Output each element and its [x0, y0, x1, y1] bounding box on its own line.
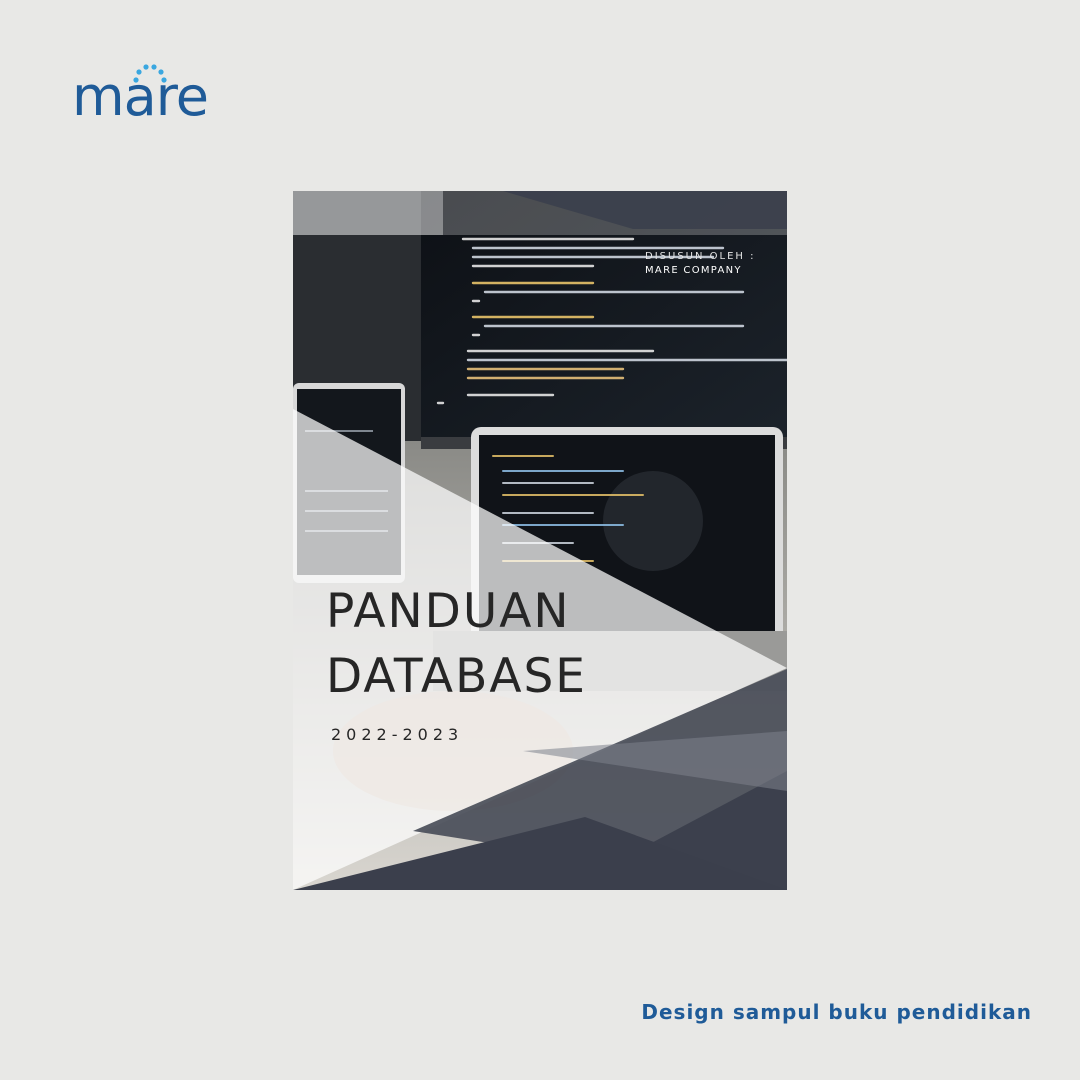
author-name: MARE COMPANY — [645, 265, 742, 276]
cover-title-line-2: DATABASE — [326, 649, 588, 704]
cover-artwork — [293, 191, 787, 890]
author-label: DISUSUN OLEH : — [645, 251, 756, 262]
book-cover: DISUSUN OLEH : MARE COMPANY PANDUAN DATA… — [293, 191, 787, 890]
mare-logo: mare — [72, 62, 242, 132]
cover-year: 2022-2023 — [331, 725, 464, 744]
cover-title-line-1: PANDUAN — [326, 584, 571, 639]
logo-wordmark: mare — [72, 65, 209, 128]
caption-text: Design sampul buku pendidikan — [641, 1000, 1032, 1024]
